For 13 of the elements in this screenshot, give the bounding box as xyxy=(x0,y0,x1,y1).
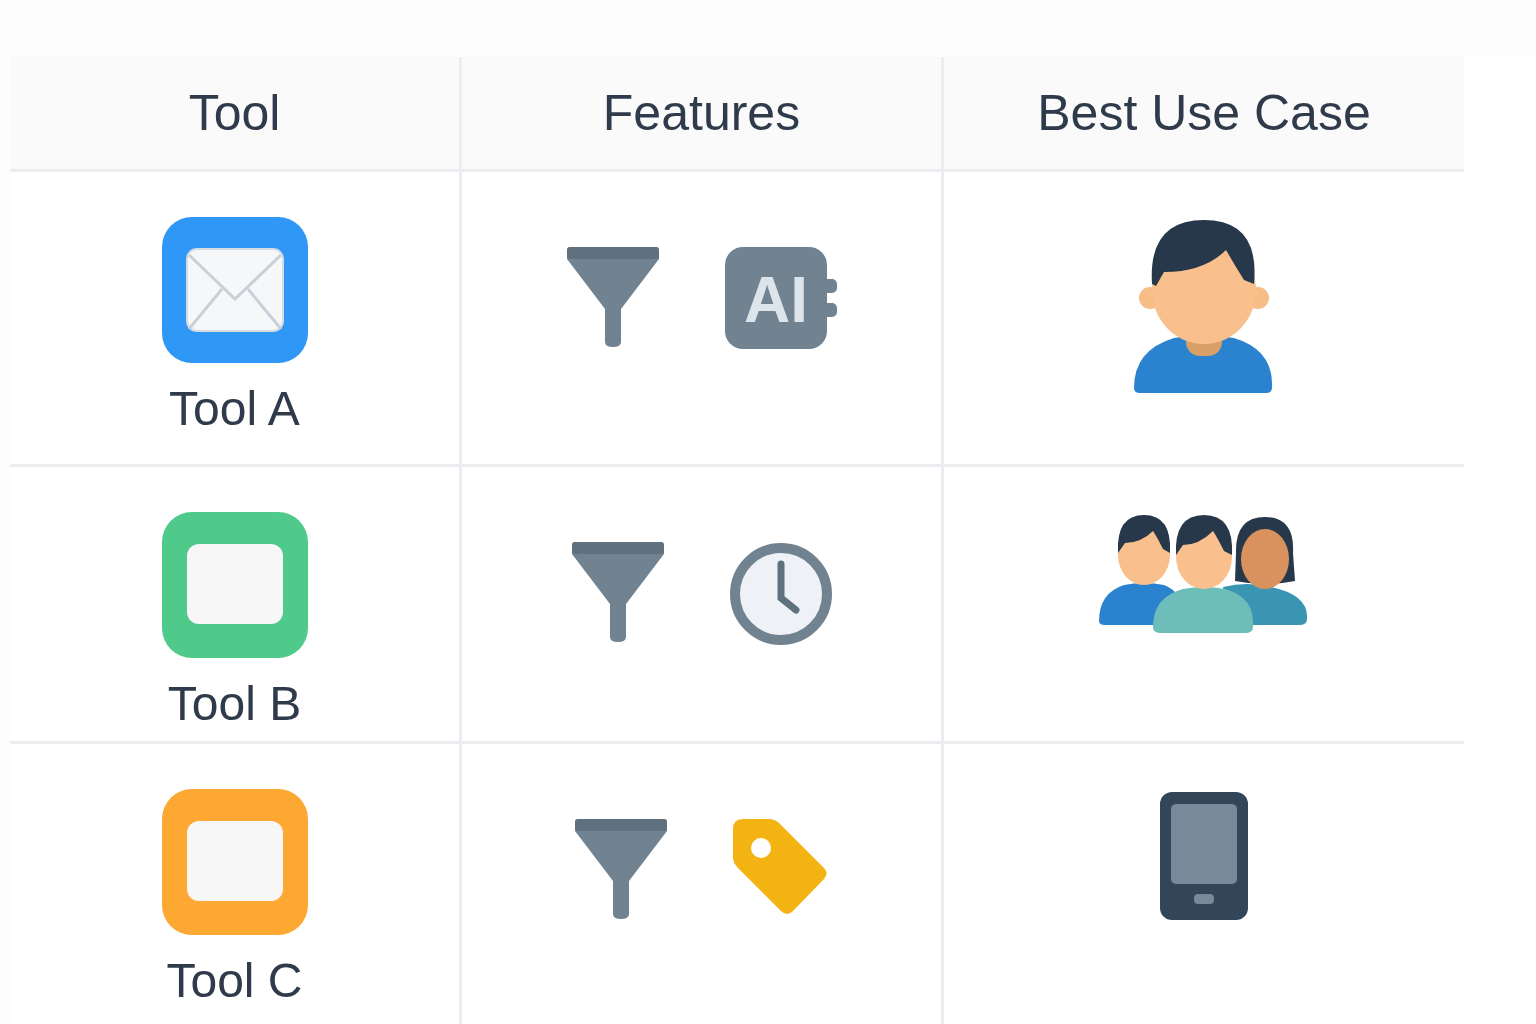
column-header: Best Use Case xyxy=(1037,84,1371,142)
group-of-people-icon xyxy=(1099,515,1309,633)
clock-icon xyxy=(729,542,832,646)
tool-name: Tool C xyxy=(166,957,303,1005)
column-header: Tool xyxy=(188,84,281,142)
tool-name: Tool B xyxy=(167,680,302,728)
person-icon xyxy=(1134,220,1274,395)
funnel-icon xyxy=(571,542,664,642)
funnel-icon xyxy=(566,247,659,347)
tool-name: Tool A xyxy=(169,385,300,433)
smartphone-icon xyxy=(1160,792,1248,920)
column-header: Features xyxy=(602,84,801,142)
funnel-icon xyxy=(574,819,667,919)
